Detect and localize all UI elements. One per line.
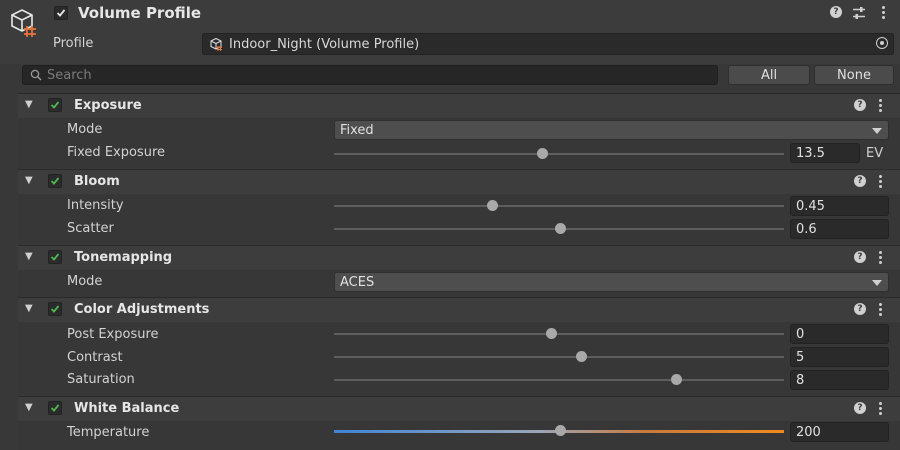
fixed-exposure-field[interactable]: 13.5 xyxy=(790,143,860,163)
section-header-bloom[interactable] xyxy=(18,169,900,194)
foldout-arrow-icon[interactable]: ▼ xyxy=(25,303,33,314)
component-title: Volume Profile xyxy=(78,4,202,22)
fixed-exposure-slider-track[interactable] xyxy=(334,153,784,155)
exposure-enabled-checkbox[interactable] xyxy=(48,98,62,112)
foldout-arrow-icon[interactable]: ▼ xyxy=(25,251,33,262)
tonemapping-enabled-checkbox[interactable] xyxy=(48,250,62,264)
help-icon-glyph: ? xyxy=(830,6,842,18)
section-menu-icon[interactable] xyxy=(879,402,883,417)
bloom-scatter-value: 0.6 xyxy=(796,222,817,237)
saturation-slider-knob[interactable] xyxy=(671,374,682,385)
dropdown-arrow-icon xyxy=(872,280,882,286)
component-menu-icon[interactable] xyxy=(882,6,886,21)
contrast-slider-knob[interactable] xyxy=(576,351,587,362)
contrast-value: 5 xyxy=(796,350,805,365)
help-icon[interactable]: ? xyxy=(854,251,866,263)
profile-object-value: Indoor_Night (Volume Profile) xyxy=(229,37,420,52)
section-header-exposure[interactable] xyxy=(18,93,900,118)
color-adjustments-enabled-checkbox[interactable] xyxy=(48,302,62,316)
saturation-field[interactable]: 8 xyxy=(790,370,889,390)
section-menu-icon[interactable] xyxy=(879,175,883,190)
tonemapping-mode-dropdown[interactable]: ACES xyxy=(334,272,889,292)
post-exposure-label: Post Exposure xyxy=(67,327,159,342)
section-title-color-adjustments: Color Adjustments xyxy=(74,302,210,317)
contrast-slider-track[interactable] xyxy=(334,356,784,358)
exposure-mode-value: Fixed xyxy=(340,123,374,138)
fixed-exposure-unit: EV xyxy=(866,146,884,161)
bloom-enabled-checkbox[interactable] xyxy=(48,174,62,188)
white-balance-enabled-checkbox[interactable] xyxy=(48,401,62,415)
section-menu-icon[interactable] xyxy=(879,99,883,114)
fixed-exposure-slider-knob[interactable] xyxy=(537,148,548,159)
help-icon[interactable]: ? xyxy=(854,99,866,111)
contrast-field[interactable]: 5 xyxy=(790,347,889,367)
profile-object-field[interactable]: Indoor_Night (Volume Profile) xyxy=(202,33,894,55)
bloom-intensity-label: Intensity xyxy=(67,198,124,213)
section-menu-icon[interactable] xyxy=(879,303,883,318)
foldout-arrow-icon[interactable]: ▼ xyxy=(25,175,33,186)
section-title-tonemapping: Tonemapping xyxy=(74,250,173,265)
section-menu-icon[interactable] xyxy=(879,251,883,266)
search-icon xyxy=(30,69,42,81)
bloom-intensity-slider-track[interactable] xyxy=(334,205,784,207)
exposure-mode-dropdown[interactable]: Fixed xyxy=(334,120,889,140)
foldout-arrow-icon[interactable]: ▼ xyxy=(25,402,33,413)
section-body-white-balance xyxy=(18,421,900,450)
dropdown-arrow-icon xyxy=(872,128,882,134)
section-title-white-balance: White Balance xyxy=(74,401,180,416)
search-placeholder: Search xyxy=(47,68,92,83)
fixed-exposure-label: Fixed Exposure xyxy=(67,145,166,160)
bloom-scatter-label: Scatter xyxy=(67,221,114,236)
contrast-label: Contrast xyxy=(67,350,123,365)
none-button[interactable]: None xyxy=(814,65,894,85)
bloom-intensity-field[interactable]: 0.45 xyxy=(790,196,889,216)
saturation-slider-track[interactable] xyxy=(334,379,784,381)
fixed-exposure-value: 13.5 xyxy=(796,146,825,161)
bloom-scatter-field[interactable]: 0.6 xyxy=(790,219,889,239)
object-picker-icon[interactable] xyxy=(876,37,888,49)
temperature-field[interactable]: 200 xyxy=(790,422,889,442)
presets-sliders-icon[interactable] xyxy=(852,6,866,20)
bloom-intensity-slider-knob[interactable] xyxy=(487,200,498,211)
saturation-label: Saturation xyxy=(67,372,135,387)
tonemapping-mode-value: ACES xyxy=(340,275,375,290)
temperature-slider-knob[interactable] xyxy=(555,425,566,436)
foldout-arrow-icon[interactable]: ▼ xyxy=(25,99,33,110)
component-enabled-checkbox[interactable] xyxy=(54,6,68,20)
saturation-value: 8 xyxy=(796,373,805,388)
bloom-intensity-value: 0.45 xyxy=(796,199,825,214)
all-button[interactable]: All xyxy=(728,65,810,85)
temperature-value: 200 xyxy=(796,425,821,440)
post-exposure-slider-knob[interactable] xyxy=(546,328,557,339)
section-title-bloom: Bloom xyxy=(74,174,120,189)
bloom-scatter-slider-knob[interactable] xyxy=(555,223,566,234)
section-body-bloom xyxy=(18,194,900,244)
help-icon[interactable]: ? xyxy=(830,6,842,18)
volume-profile-asset-icon xyxy=(210,37,222,51)
section-title-exposure: Exposure xyxy=(74,98,142,113)
post-exposure-value: 0 xyxy=(796,327,805,342)
post-exposure-field[interactable]: 0 xyxy=(790,324,889,344)
help-icon[interactable]: ? xyxy=(854,402,866,414)
temperature-label: Temperature xyxy=(67,425,150,440)
help-icon[interactable]: ? xyxy=(854,175,866,187)
help-icon[interactable]: ? xyxy=(854,303,866,315)
post-exposure-slider-track[interactable] xyxy=(334,333,784,335)
search-input[interactable]: Search xyxy=(22,65,718,85)
tonemapping-mode-label: Mode xyxy=(67,274,103,289)
profile-label: Profile xyxy=(53,36,94,51)
exposure-mode-label: Mode xyxy=(67,122,103,137)
volume-component-icon xyxy=(11,9,36,37)
